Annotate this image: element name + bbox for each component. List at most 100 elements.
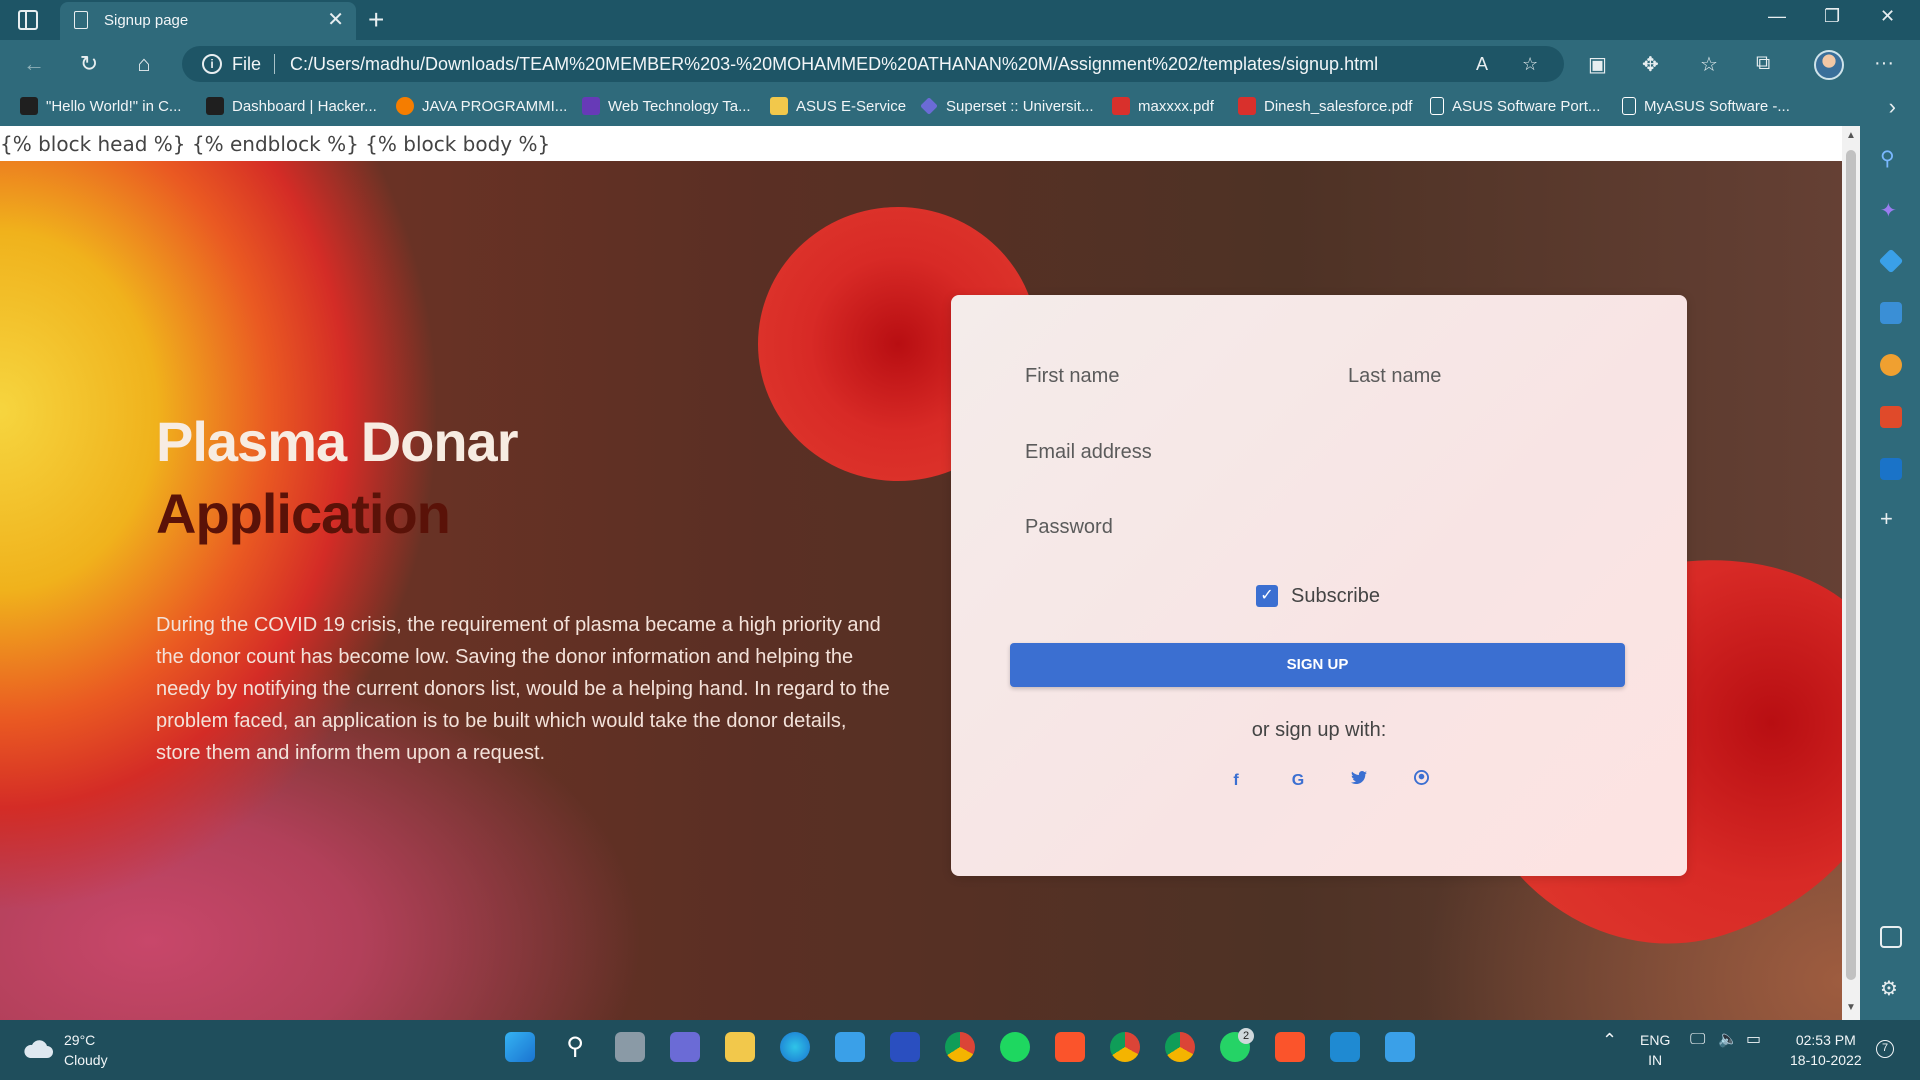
description-text: During the COVID 19 crisis, the requirem… (156, 614, 890, 764)
chevron-up-icon[interactable]: ⌃ (1602, 1030, 1617, 1050)
add-icon[interactable]: + (1880, 506, 1902, 531)
scroll-down-icon[interactable]: ▼ (1846, 1002, 1856, 1013)
address-bar[interactable]: i File C:/Users/madhu/Downloads/TEAM%20M… (182, 46, 1564, 82)
teams-chat-icon[interactable] (670, 1032, 700, 1062)
raw-template-text: {% block head %} {% endblock %} {% block… (0, 132, 551, 156)
hide-sidebar-icon[interactable] (1880, 926, 1902, 948)
vertical-scrollbar[interactable]: ▲ ▼ (1842, 126, 1860, 1020)
refresh-icon[interactable]: ↻ (75, 50, 103, 78)
tab-signup-page[interactable]: Signup page ✕ (60, 2, 356, 40)
signup-card: First name Last name Email address Passw… (951, 295, 1687, 876)
office-icon[interactable] (1880, 406, 1902, 428)
bookmark-item[interactable]: MyASUS Software -... (1622, 97, 1790, 115)
bookmark-item[interactable]: Dinesh_salesforce.pdf (1238, 97, 1412, 115)
minimize-icon[interactable]: — (1768, 6, 1786, 27)
pdf-icon (1238, 97, 1256, 115)
tools-icon[interactable] (1880, 302, 1902, 324)
chrome-icon[interactable] (1110, 1032, 1140, 1062)
close-tab-icon[interactable]: ✕ (327, 9, 344, 31)
bookmark-item[interactable]: Web Technology Ta... (582, 97, 751, 115)
bookmark-item[interactable]: ASUS E-Service (770, 97, 906, 115)
chrome-icon[interactable] (945, 1032, 975, 1062)
app-icon[interactable] (890, 1032, 920, 1062)
discover-icon[interactable]: ✦ (1880, 198, 1902, 222)
weather-widget[interactable]: 29°C Cloudy (64, 1030, 108, 1070)
pdf-icon (1112, 97, 1130, 115)
spotify-icon[interactable] (1000, 1032, 1030, 1062)
or-sign-up-text: or sign up with: (1251, 719, 1387, 741)
add-favorite-icon[interactable]: ☆ (1522, 54, 1538, 75)
last-name-field[interactable]: Last name (1348, 365, 1441, 388)
chevron-right-icon[interactable]: › (1889, 94, 1896, 120)
page-icon (1622, 97, 1636, 115)
back-arrow-icon[interactable]: ← (20, 50, 48, 78)
bookmark-item[interactable]: Dashboard | Hacker... (206, 97, 377, 115)
brave-icon[interactable] (1275, 1032, 1305, 1062)
bookmark-item[interactable]: ASUS Software Port... (1430, 97, 1600, 115)
search-icon[interactable]: ⚲ (560, 1032, 590, 1062)
signup-button[interactable]: SIGN UP (1010, 643, 1625, 687)
google-icon[interactable]: G (1286, 769, 1310, 793)
bookmark-item[interactable]: Superset :: Universit... (920, 97, 1094, 115)
bookmark-item[interactable]: "Hello World!" in C... (20, 97, 181, 115)
settings-gear-icon[interactable]: ⚙ (1880, 976, 1902, 1000)
bookmark-item[interactable]: JAVA PROGRAMMI... (396, 97, 567, 115)
network-icon[interactable]: 🖵 (1690, 1030, 1705, 1050)
title-line-2: Application (156, 482, 451, 545)
scroll-up-icon[interactable]: ▲ (1846, 130, 1856, 141)
battery-icon[interactable]: ▭ (1746, 1030, 1761, 1050)
clock[interactable]: 02:53 PM 18-10-2022 (1790, 1030, 1862, 1070)
volume-icon[interactable]: 🔈 (1718, 1030, 1738, 1050)
page-title: Plasma Donar Application (156, 406, 518, 550)
first-name-field[interactable]: First name (1025, 365, 1119, 388)
page-icon (1430, 97, 1444, 115)
microsoft-store-icon[interactable] (835, 1032, 865, 1062)
outlook-icon[interactable] (1880, 458, 1902, 480)
scroll-thumb[interactable] (1846, 150, 1856, 980)
info-icon[interactable]: i (202, 54, 222, 74)
title-bar: Signup page ✕ + — ❐ ✕ (0, 0, 1920, 40)
favorites-icon[interactable]: ☆ (1700, 52, 1718, 77)
facebook-icon[interactable]: f (1224, 769, 1248, 793)
read-aloud-icon[interactable]: A (1476, 54, 1488, 75)
shopping-icon[interactable] (1878, 248, 1904, 274)
chrome-icon[interactable] (1165, 1032, 1195, 1062)
collections-icon[interactable]: ⧉ (1756, 52, 1770, 75)
close-window-icon[interactable]: ✕ (1880, 6, 1895, 27)
address-url[interactable]: C:/Users/madhu/Downloads/TEAM%20MEMBER%2… (290, 54, 1378, 75)
extensions-puzzle-icon[interactable]: ✥ (1642, 52, 1659, 77)
language-indicator[interactable]: ENG IN (1640, 1030, 1670, 1070)
folder-icon (770, 97, 788, 115)
brave-icon[interactable] (1055, 1032, 1085, 1062)
more-menu-icon[interactable]: ··· (1874, 52, 1894, 75)
restore-icon[interactable]: ❐ (1824, 6, 1840, 27)
notification-count[interactable]: 7 (1876, 1040, 1894, 1058)
superset-icon (920, 97, 938, 115)
address-divider (274, 54, 275, 74)
title-line-1: Plasma Donar (156, 410, 518, 473)
bookmark-item[interactable]: maxxxx.pdf (1112, 97, 1214, 115)
home-icon[interactable]: ⌂ (130, 50, 158, 78)
hackerrank-icon (206, 97, 224, 115)
paint-icon[interactable] (1385, 1032, 1415, 1062)
search-icon[interactable]: ⚲ (1880, 146, 1902, 170)
new-tab-button[interactable]: + (368, 4, 384, 36)
file-explorer-icon[interactable] (725, 1032, 755, 1062)
email-field[interactable]: Email address (1025, 441, 1152, 464)
profile-avatar[interactable] (1814, 50, 1844, 80)
github-icon[interactable] (1409, 769, 1433, 793)
blogger-icon (396, 97, 414, 115)
windows-start-icon[interactable] (505, 1032, 535, 1062)
password-field[interactable]: Password (1025, 516, 1113, 539)
tab-title: Signup page (104, 12, 189, 29)
edge-browser-icon[interactable] (780, 1032, 810, 1062)
games-icon[interactable] (1880, 354, 1902, 376)
vscode-icon[interactable] (1330, 1032, 1360, 1062)
twitter-icon[interactable] (1347, 769, 1371, 793)
extension-icon[interactable]: ▣ (1588, 52, 1607, 77)
tab-actions-icon[interactable] (18, 10, 38, 30)
hackerrank-icon (20, 97, 38, 115)
cloud-icon (24, 1040, 53, 1058)
task-view-icon[interactable] (615, 1032, 645, 1062)
subscribe-checkbox[interactable]: ✓ (1256, 585, 1278, 607)
